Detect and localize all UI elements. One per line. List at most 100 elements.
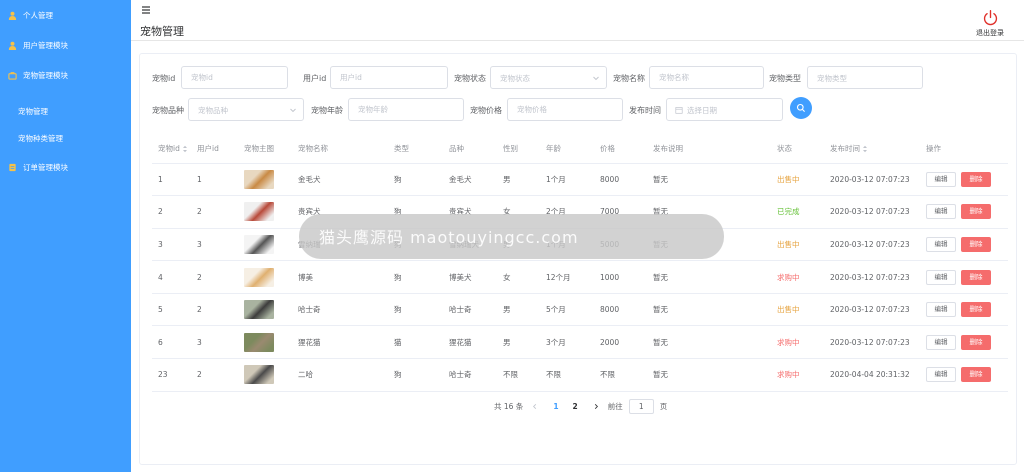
sidebar-subitem-pet-manage[interactable]: 宠物管理 xyxy=(18,106,48,117)
cell-actions: 编辑 删除 xyxy=(926,325,1008,360)
col-header-status: 状态 xyxy=(777,134,830,164)
cell-actions: 编辑 删除 xyxy=(926,228,1008,262)
cell-publish-time: 2020-03-12 07:07:23 xyxy=(830,163,926,197)
pet-id-input[interactable] xyxy=(181,66,288,89)
cell-age: 不限 xyxy=(546,358,600,392)
delete-button[interactable]: 删除 xyxy=(961,302,991,318)
search-button[interactable] xyxy=(790,97,812,119)
pet-thumbnail xyxy=(244,234,274,254)
table-row: 23 2 二哈狗哈士奇 不限 不限 不限 暂无 求购中 2020-04-04 20:31:32 编… xyxy=(152,358,1008,392)
cell-pet-id: 3 xyxy=(152,228,197,262)
user-id-label: 用户id xyxy=(303,74,327,83)
col-header-type: 类型 xyxy=(394,134,449,164)
cell-main-image xyxy=(244,325,298,360)
publish-time-datepicker[interactable]: 选择日期 xyxy=(666,98,783,121)
cell-main-image xyxy=(244,195,298,229)
delete-button[interactable]: 删除 xyxy=(961,334,991,350)
pagination-goto-label: 前往 xyxy=(607,402,623,411)
edit-button[interactable]: 编辑 xyxy=(926,204,956,220)
col-header-description: 发布说明 xyxy=(653,134,777,164)
sidebar-item-users[interactable]: 用户管理模块 xyxy=(8,40,68,51)
col-header-publish-time[interactable]: 发布时间 xyxy=(830,134,926,164)
cell-gender: 女 xyxy=(503,260,546,294)
table-row: 4 2 博美狗博美犬女 12个月 1000 暂无 求购中 2020-03-12 07:07:2… xyxy=(152,260,1008,294)
cell-description: 暂无 xyxy=(653,325,777,360)
pagination: 共 16 条 1 2 前往 1 页 xyxy=(494,399,667,414)
sidebar-item-label: 宠物管理模块 xyxy=(23,71,68,80)
cell-actions: 编辑 删除 xyxy=(926,260,1008,294)
pet-table: 宠物id 用户id 宠物主图 宠物名称 类型 品种 性别 年龄 价格 发布说明 … xyxy=(152,134,1008,392)
sidebar-item-profile[interactable]: 个人管理 xyxy=(8,10,53,21)
edit-button[interactable]: 编辑 xyxy=(926,334,956,350)
cell-type: 狗 xyxy=(394,358,449,392)
edit-button[interactable]: 编辑 xyxy=(926,269,956,285)
watermark-text: 猫头鹰源码 maotouyingcc.com xyxy=(319,228,579,247)
cell-publish-time: 2020-03-12 07:07:23 xyxy=(830,260,926,294)
cell-main-image xyxy=(244,293,298,327)
delete-button[interactable]: 删除 xyxy=(961,269,991,285)
edit-button[interactable]: 编辑 xyxy=(926,302,956,318)
user-id-input[interactable] xyxy=(330,66,448,89)
delete-button[interactable]: 删除 xyxy=(961,236,991,252)
table-row: 6 3 狸花猫猫狸花猫男 3个月 2000 暂无 求购中 2020-03-12 07:07:2… xyxy=(152,325,1008,360)
col-header-gender: 性别 xyxy=(503,134,546,164)
sidebar-item-label: 订单管理模块 xyxy=(23,163,68,172)
cell-actions: 编辑 删除 xyxy=(926,358,1008,392)
cell-type: 猫 xyxy=(394,325,449,360)
col-header-breed: 品种 xyxy=(449,134,503,164)
edit-button[interactable]: 编辑 xyxy=(926,171,956,187)
pet-name-label: 宠物名称 xyxy=(613,74,645,83)
cell-status: 求购中 xyxy=(777,358,830,392)
delete-button[interactable]: 删除 xyxy=(961,367,991,383)
cell-gender: 男 xyxy=(503,163,546,197)
cell-type: 狗 xyxy=(394,293,449,327)
main-panel: 宠物id 用户id 宠物状态 宠物状态 宠物名称 宠物类型 宠物类型 宠物品种 … xyxy=(139,53,1017,465)
pet-thumbnail xyxy=(244,169,274,189)
cell-publish-time: 2020-03-12 07:07:23 xyxy=(830,195,926,229)
pet-price-label: 宠物价格 xyxy=(470,106,502,115)
pet-breed-placeholder: 宠物品种 xyxy=(198,106,228,115)
edit-button[interactable]: 编辑 xyxy=(926,236,956,252)
logout-button[interactable]: 退出登录 xyxy=(970,9,1010,38)
pet-type-select[interactable]: 宠物类型 xyxy=(807,66,923,89)
cell-main-image xyxy=(244,228,298,262)
cell-price: 8000 xyxy=(600,163,653,197)
cell-main-image xyxy=(244,260,298,294)
pet-price-input[interactable] xyxy=(507,98,623,121)
pet-name-input[interactable] xyxy=(649,66,764,89)
cell-pet-id: 2 xyxy=(152,195,197,229)
col-header-main-image: 宠物主图 xyxy=(244,134,298,164)
edit-button[interactable]: 编辑 xyxy=(926,367,956,383)
pet-age-input[interactable] xyxy=(348,98,464,121)
sidebar-item-orders[interactable]: 订单管理模块 xyxy=(8,162,68,173)
pet-id-label: 宠物id xyxy=(152,74,176,83)
sort-icon xyxy=(182,145,187,152)
cell-pet-id: 23 xyxy=(152,358,197,392)
page-number-2[interactable]: 2 xyxy=(573,402,578,411)
chevron-left-icon[interactable] xyxy=(531,403,538,410)
cell-price: 1000 xyxy=(600,260,653,294)
chevron-right-icon[interactable] xyxy=(593,403,600,410)
sidebar-item-label: 用户管理模块 xyxy=(23,41,68,50)
menu-toggle-icon[interactable] xyxy=(141,5,151,15)
page-number-1[interactable]: 1 xyxy=(553,402,558,411)
cell-pet-id: 6 xyxy=(152,325,197,360)
cell-price: 2000 xyxy=(600,325,653,360)
delete-button[interactable]: 删除 xyxy=(961,204,991,220)
delete-button[interactable]: 删除 xyxy=(961,171,991,187)
pet-breed-select[interactable]: 宠物品种 xyxy=(188,98,304,121)
pet-status-select[interactable]: 宠物状态 xyxy=(490,66,607,89)
sidebar-subitem-pet-category[interactable]: 宠物种类管理 xyxy=(18,133,63,144)
cell-age: 3个月 xyxy=(546,325,600,360)
cell-breed: 哈士奇 xyxy=(449,358,503,392)
pet-thumbnail xyxy=(244,332,274,352)
cell-main-image xyxy=(244,358,298,392)
cell-breed: 哈士奇 xyxy=(449,293,503,327)
sidebar-item-pets[interactable]: 宠物管理模块 xyxy=(8,70,68,81)
pagination-goto-input[interactable]: 1 xyxy=(628,399,654,414)
order-icon xyxy=(9,163,16,172)
cell-actions: 编辑 删除 xyxy=(926,195,1008,229)
publish-time-placeholder: 选择日期 xyxy=(687,106,717,115)
col-header-pet-id[interactable]: 宠物id xyxy=(152,134,197,164)
logout-label: 退出登录 xyxy=(976,29,1004,37)
